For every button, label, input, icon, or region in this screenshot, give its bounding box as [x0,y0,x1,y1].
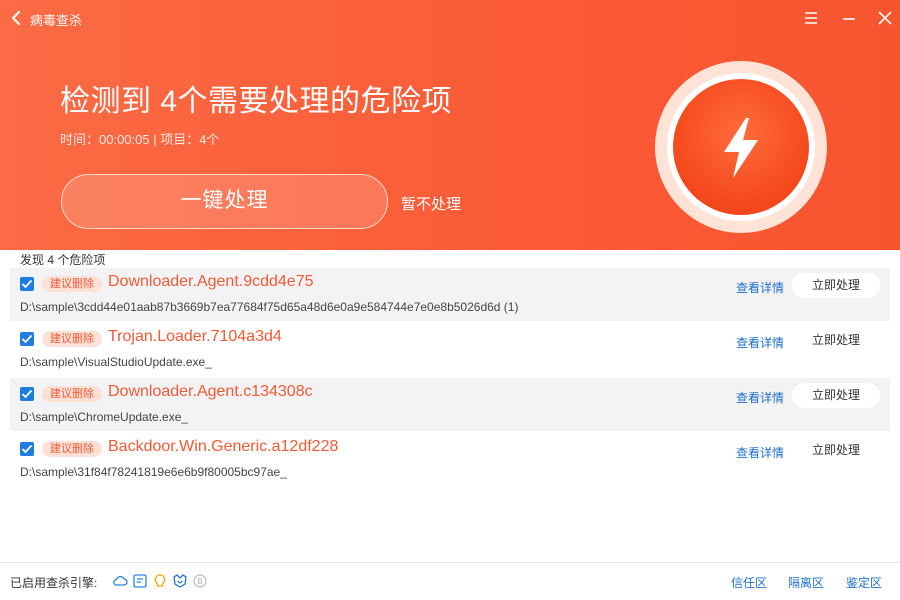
back-icon[interactable] [10,10,24,26]
view-details-link[interactable]: 查看详情 [736,389,784,406]
suggest-delete-badge: 建议删除 [42,386,102,402]
view-details-link[interactable]: 查看详情 [736,279,784,296]
bitdefender-engine-icon[interactable]: B [192,573,208,589]
handle-now-button[interactable]: 立即处理 [792,438,880,463]
engine-label: 已启用查杀引擎: [10,576,98,590]
threat-name: Downloader.Agent.c134308c [108,383,313,400]
svg-text:B: B [197,577,202,586]
threat-path: D:\sample\31f84f78241819e6e6b9f80005bc97… [20,465,287,479]
one-key-handle-button[interactable]: 一键处理 [61,174,388,229]
threat-checkbox[interactable] [20,442,34,456]
threat-checkbox[interactable] [20,332,34,346]
identify-zone-link[interactable]: 鉴定区 [846,574,882,591]
suggest-delete-badge: 建议删除 [42,276,102,292]
status-footer: 已启用查杀引擎: B 信任区 隔离区 鉴定区 [0,562,900,600]
menu-icon[interactable] [802,9,820,27]
threat-row: 建议删除 Downloader.Agent.9cdd4e75 D:\sample… [10,268,890,321]
cloud-engine-icon[interactable] [112,573,128,589]
kunpeng-engine-icon[interactable] [172,573,188,589]
threat-checkbox[interactable] [20,387,34,401]
danger-shield-badge [655,61,827,233]
threat-row: 建议删除 Trojan.Loader.7104a3d4 D:\sample\Vi… [10,323,890,376]
threat-name: Downloader.Agent.9cdd4e75 [108,273,314,290]
threat-row: 建议删除 Backdoor.Win.Generic.a12df228 D:\sa… [10,433,890,486]
scan-meta: 时间：00:00:05 | 项目：4个 [60,132,220,147]
close-icon[interactable] [876,9,894,27]
handle-now-button[interactable]: 立即处理 [792,273,880,298]
threat-list: 发现 4 个危险项 建议删除 Downloader.Agent.9cdd4e75… [0,250,900,562]
quarantine-zone-link[interactable]: 隔离区 [788,574,824,591]
lightning-icon [724,118,758,178]
qvm-engine-icon[interactable] [132,573,148,589]
threat-name: Backdoor.Win.Generic.a12df228 [108,438,339,455]
title-bar: 病毒查杀 [0,0,900,36]
qex-engine-icon[interactable] [152,573,168,589]
threat-checkbox[interactable] [20,277,34,291]
threat-row: 建议删除 Downloader.Agent.c134308c D:\sample… [10,378,890,431]
trust-zone-link[interactable]: 信任区 [731,574,767,591]
suggest-delete-badge: 建议删除 [42,441,102,457]
handle-now-button[interactable]: 立即处理 [792,328,880,353]
skip-handle-link[interactable]: 暂不处理 [401,193,461,214]
window-title: 病毒查杀 [30,13,83,28]
threat-path: D:\sample\3cdd44e01aab87b3669b7ea77684f7… [20,300,519,314]
suggest-delete-badge: 建议删除 [42,331,102,347]
handle-now-button[interactable]: 立即处理 [792,383,880,408]
scan-headline: 检测到 4个需要处理的危险项 [60,85,453,118]
threat-path: D:\sample\VisualStudioUpdate.exe_ [20,355,212,369]
threat-name: Trojan.Loader.7104a3d4 [108,328,282,345]
threat-path: D:\sample\ChromeUpdate.exe_ [20,410,189,424]
threat-count-caption: 发现 4 个危险项 [20,253,106,267]
view-details-link[interactable]: 查看详情 [736,444,784,461]
view-details-link[interactable]: 查看详情 [736,334,784,351]
scan-result-header: 病毒查杀 检测到 4个需要处理的危险项 时间：00:00:05 | 项目：4个 … [0,0,900,250]
minimize-icon[interactable] [840,9,858,27]
